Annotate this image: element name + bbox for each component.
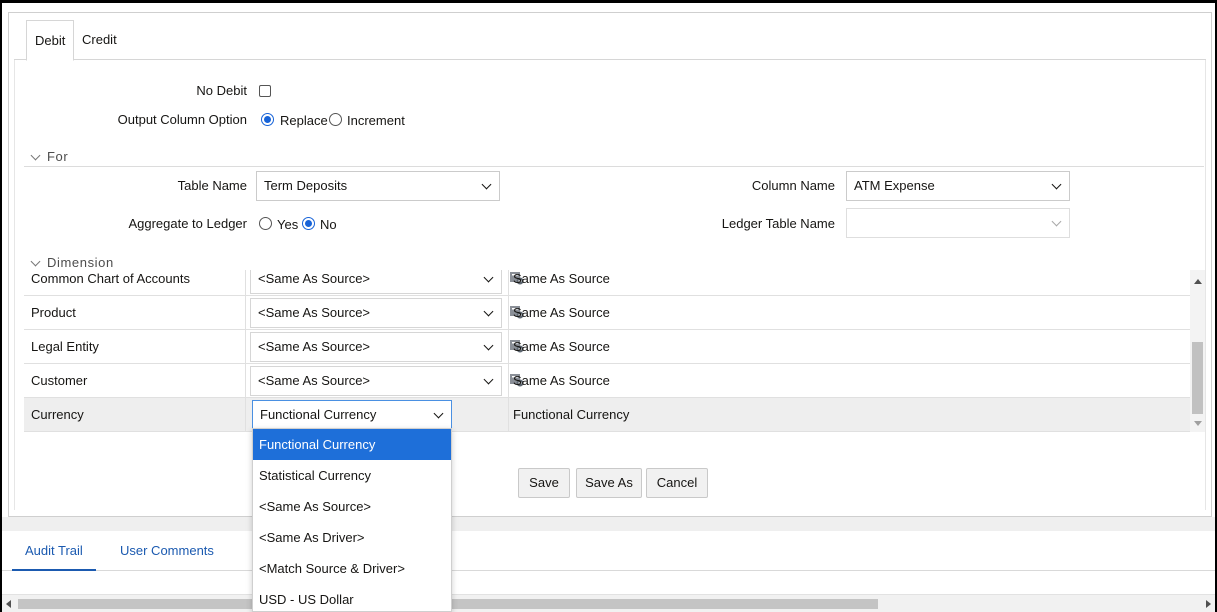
dimension-select-value: <Same As Source> [258,373,371,388]
ledger-table-name-select[interactable] [846,208,1070,238]
increment-radio[interactable] [329,113,342,126]
scroll-right-icon[interactable] [1206,600,1211,608]
dimension-section-header[interactable]: Dimension [30,255,114,270]
dimension-select-value: <Same As Source> [258,305,371,320]
currency-select[interactable]: Functional Currency [252,400,452,430]
increment-radio-label: Increment [347,113,405,128]
for-section-header[interactable]: For [30,149,69,164]
dimension-value: Same As Source [513,373,610,388]
column-divider [245,296,246,330]
table-row-selected[interactable]: Currency Functional Currency Functional … [24,398,1190,432]
dropdown-option-match-source-driver[interactable]: <Match Source & Driver> [253,553,451,584]
column-divider [508,364,509,398]
column-divider [508,270,509,296]
dimension-select[interactable]: <Same As Source> [250,332,502,362]
dimension-select[interactable]: <Same As Source> [250,298,502,328]
aggregate-no-label: No [320,217,337,232]
dimension-value: Same As Source [513,339,610,354]
dimension-value: Functional Currency [513,407,630,422]
window-top-border [0,0,1217,3]
output-column-option-label: Output Column Option [117,112,247,127]
replace-radio[interactable] [261,113,274,126]
column-divider [245,398,246,432]
chevron-down-icon [1051,179,1062,190]
dropdown-option-usd[interactable]: USD - US Dollar [253,584,451,611]
dimension-name: Common Chart of Accounts [31,271,190,286]
scroll-up-icon[interactable] [1194,279,1202,284]
ledger-table-name-label: Ledger Table Name [721,216,835,231]
no-debit-checkbox[interactable] [259,85,271,97]
dimension-name: Currency [31,407,84,422]
dimension-section-title: Dimension [47,255,114,270]
aggregate-to-ledger-label: Aggregate to Ledger [128,216,247,231]
dimension-select[interactable]: <Same As Source> [250,366,502,396]
dimension-name: Product [31,305,76,320]
table-name-label: Table Name [177,178,247,193]
table-name-value: Term Deposits [264,178,348,193]
dropdown-option-same-as-source[interactable]: <Same As Source> [253,491,451,522]
cancel-button[interactable]: Cancel [646,468,708,498]
aggregate-no-radio[interactable] [302,217,315,230]
column-divider [245,270,246,296]
page-horizontal-scrollbar[interactable] [2,594,1215,612]
aggregate-yes-label: Yes [277,217,299,232]
no-debit-label: No Debit [196,83,247,98]
dimension-name: Customer [31,373,88,388]
dimension-select-value: <Same As Source> [258,339,371,354]
chevron-down-icon [1051,216,1062,227]
for-section-title: For [47,149,69,164]
chevron-down-icon [433,408,444,419]
panel-separator [2,517,1215,531]
column-divider [508,296,509,330]
dimension-value: Same As Source [513,305,610,320]
dimension-grid: Common Chart of Accounts <Same As Source… [24,270,1205,432]
dropdown-option-same-as-driver[interactable]: <Same As Driver> [253,522,451,553]
save-as-button[interactable]: Save As [576,468,642,498]
table-row[interactable]: Common Chart of Accounts <Same As Source… [24,270,1190,296]
table-row[interactable]: Customer <Same As Source> Same As Source [24,364,1190,398]
table-name-select[interactable]: Term Deposits [256,171,500,201]
dimension-select-value: Functional Currency [260,407,377,422]
column-divider [245,364,246,398]
dropdown-option-statistical-currency[interactable]: Statistical Currency [253,460,451,491]
aggregate-yes-radio[interactable] [259,217,272,230]
column-divider [508,398,509,432]
table-row[interactable]: Legal Entity <Same As Source> Same As So… [24,330,1190,364]
column-divider [245,330,246,364]
column-name-label: Column Name [751,178,835,193]
dimension-value: Same As Source [513,271,610,286]
chevron-down-icon [483,340,494,351]
chevron-down-icon [483,374,494,385]
scroll-down-icon[interactable] [1194,421,1202,426]
currency-dropdown-list: Functional Currency Statistical Currency… [252,428,452,612]
debit-credit-tabs: Debit Credit [14,20,1206,61]
chevron-down-icon [30,256,41,267]
dimension-select-value: <Same As Source> [258,271,371,286]
dimension-select[interactable]: <Same As Source> [250,270,502,294]
column-name-select[interactable]: ATM Expense [846,171,1070,201]
replace-radio-label: Replace [280,113,328,128]
tab-user-comments[interactable]: User Comments [120,531,214,571]
save-button[interactable]: Save [518,468,570,498]
column-name-value: ATM Expense [854,178,935,193]
tab-debit[interactable]: Debit [26,20,75,61]
chevron-down-icon [30,150,41,161]
tab-credit[interactable]: Credit [82,20,117,60]
dimension-name: Legal Entity [31,339,99,354]
dropdown-option-functional-currency[interactable]: Functional Currency [253,429,451,460]
chevron-down-icon [481,179,492,190]
chevron-down-icon [483,306,494,317]
column-divider [508,330,509,364]
lower-tabs: Audit Trail User Comments [2,531,1215,571]
chevron-down-icon [483,272,494,283]
scroll-left-icon[interactable] [6,600,11,608]
grid-vertical-scrollbar[interactable] [1190,270,1205,432]
tab-audit-trail[interactable]: Audit Trail [12,531,96,571]
scrollbar-thumb[interactable] [1192,342,1203,414]
table-row[interactable]: Product <Same As Source> Same As Source [24,296,1190,330]
for-section-divider [24,166,1204,167]
